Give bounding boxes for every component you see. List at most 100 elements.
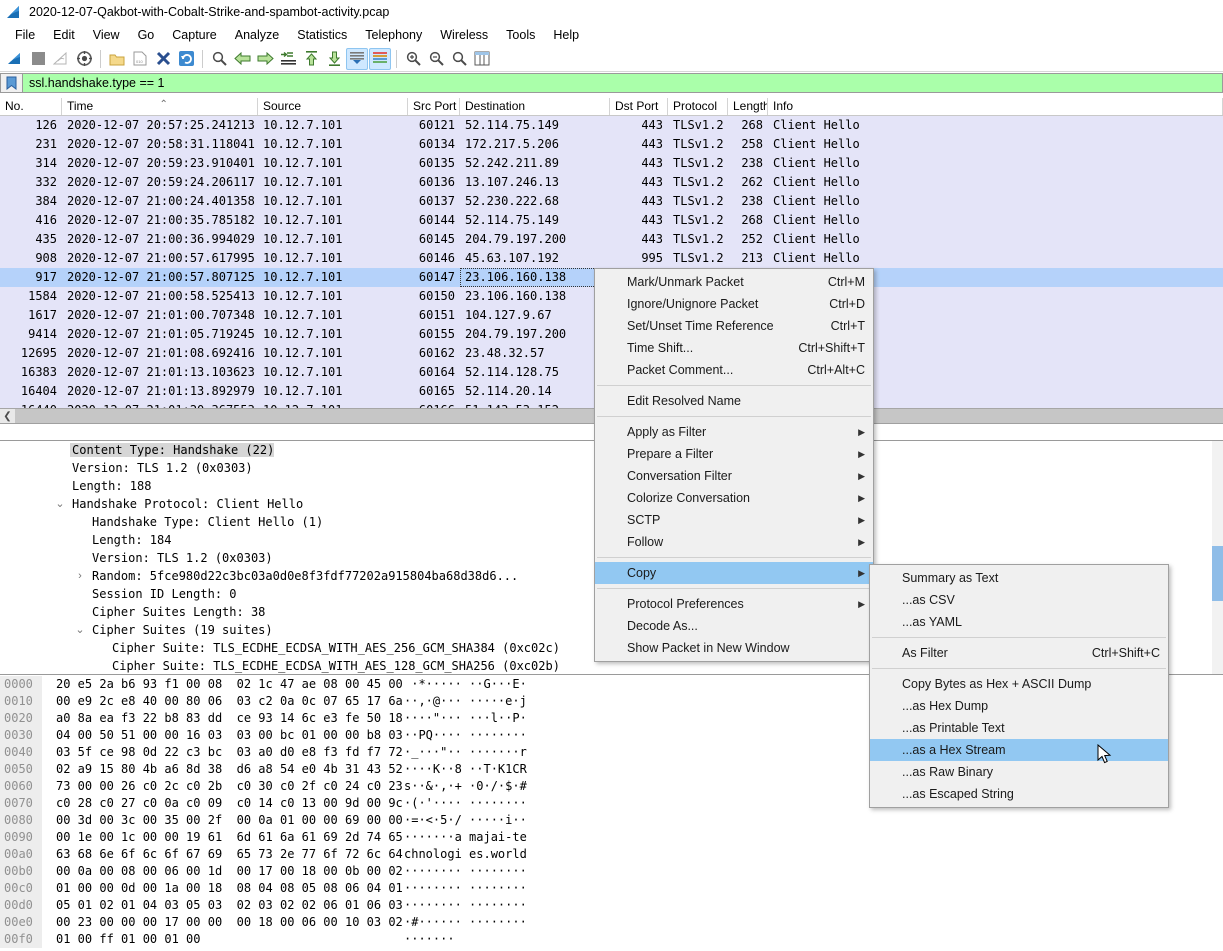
details-scroll-thumb[interactable] (1212, 546, 1223, 601)
menu-item-sctp[interactable]: SCTP ▶ (595, 509, 873, 531)
zoom-in-icon[interactable] (402, 48, 424, 70)
table-row[interactable]: 231 2020-12-07 20:58:31.118041 10.12.7.101… (0, 135, 1223, 154)
table-row[interactable]: 435 2020-12-07 21:00:36.994029 10.12.7.101… (0, 230, 1223, 249)
menu-analyze[interactable]: Analyze (226, 26, 288, 44)
menu-item-as-raw-binary[interactable]: ...as Raw Binary (870, 761, 1168, 783)
find-packet-icon[interactable] (208, 48, 230, 70)
hex-row[interactable]: 00b0 00 0a 00 08 00 06 00 1d 00 17 00 18 … (0, 863, 1223, 880)
hex-row[interactable]: 00a0 63 68 6e 6f 6c 6f 67 69 65 73 2e 77 … (0, 846, 1223, 863)
hex-offset: 0010 (0, 693, 42, 710)
menu-file[interactable]: File (6, 26, 44, 44)
close-file-icon[interactable] (152, 48, 174, 70)
menu-statistics[interactable]: Statistics (288, 26, 356, 44)
menu-item-apply-as-filter[interactable]: Apply as Filter ▶ (595, 421, 873, 443)
cell-srcport: 60137 (418, 194, 455, 208)
copy-submenu[interactable]: Summary as Text ...as CSV ...as YAML As Fil… (869, 564, 1169, 808)
menu-tools[interactable]: Tools (497, 26, 544, 44)
menu-capture[interactable]: Capture (163, 26, 225, 44)
reload-file-icon[interactable] (175, 48, 197, 70)
menu-wireless[interactable]: Wireless (431, 26, 497, 44)
cell-srcport: 60146 (418, 251, 455, 265)
table-row[interactable]: 908 2020-12-07 21:00:57.617995 10.12.7.101… (0, 249, 1223, 268)
column-header-source[interactable]: Source (258, 98, 408, 115)
display-filter-input[interactable] (23, 74, 1222, 92)
bookmark-icon[interactable] (1, 74, 23, 92)
start-capture-icon[interactable] (4, 48, 26, 70)
menu-item-mark-unmark-packet[interactable]: Mark/Unmark Packet Ctrl+M (595, 271, 873, 293)
menu-item-follow[interactable]: Follow ▶ (595, 531, 873, 553)
cell-length: 213 (741, 251, 763, 265)
menu-item-as-yaml[interactable]: ...as YAML (870, 611, 1168, 633)
menu-item-copy-bytes-as-hex-ascii-dump[interactable]: Copy Bytes as Hex + ASCII Dump (870, 673, 1168, 695)
hex-row[interactable]: 0090 00 1e 00 1c 00 00 19 61 6d 61 6a 61 … (0, 829, 1223, 846)
menu-item-summary-as-text[interactable]: Summary as Text (870, 567, 1168, 589)
menu-item-decode-as[interactable]: Decode As... (595, 615, 873, 637)
capture-options-icon[interactable] (73, 48, 95, 70)
menu-item-colorize-conversation[interactable]: Colorize Conversation ▶ (595, 487, 873, 509)
menu-item-as-filter[interactable]: As Filter Ctrl+Shift+C (870, 642, 1168, 664)
table-row[interactable]: 332 2020-12-07 20:59:24.206117 10.12.7.101… (0, 173, 1223, 192)
table-row[interactable]: 416 2020-12-07 21:00:35.785182 10.12.7.101… (0, 211, 1223, 230)
menu-item-as-escaped-string[interactable]: ...as Escaped String (870, 783, 1168, 805)
go-back-icon[interactable] (231, 48, 253, 70)
menu-item-protocol-preferences[interactable]: Protocol Preferences ▶ (595, 593, 873, 615)
menu-item-ignore-unignore-packet[interactable]: Ignore/Unignore Packet Ctrl+D (595, 293, 873, 315)
go-to-packet-icon[interactable] (277, 48, 299, 70)
menu-item-prepare-a-filter[interactable]: Prepare a Filter ▶ (595, 443, 873, 465)
table-row[interactable]: 384 2020-12-07 21:00:24.401358 10.12.7.101… (0, 192, 1223, 211)
hex-row[interactable]: 00f0 01 00 ff 01 00 01 00 ······· (0, 931, 1223, 948)
menu-edit[interactable]: Edit (44, 26, 84, 44)
menu-view[interactable]: View (84, 26, 129, 44)
go-forward-icon[interactable] (254, 48, 276, 70)
menu-item-label: Decode As... (627, 619, 698, 633)
go-to-last-packet-icon[interactable] (323, 48, 345, 70)
hex-row[interactable]: 00d0 05 01 02 01 04 03 05 03 02 03 02 02 … (0, 897, 1223, 914)
menu-item-as-a-hex-stream[interactable]: ...as a Hex Stream (870, 739, 1168, 761)
chevron-down-icon[interactable]: ⌄ (54, 495, 66, 513)
auto-scroll-icon[interactable] (346, 47, 368, 70)
menu-item-time-shift[interactable]: Time Shift... Ctrl+Shift+T (595, 337, 873, 359)
hex-row[interactable]: 00e0 00 23 00 00 00 17 00 00 00 18 00 06 … (0, 914, 1223, 931)
hex-bytes: 63 68 6e 6f 6c 6f 67 69 65 73 2e 77 6f 7… (56, 847, 403, 861)
column-header-destination[interactable]: Destination (460, 98, 610, 115)
cell-protocol: TLSv1.2 (673, 175, 724, 189)
stop-capture-icon[interactable] (27, 48, 49, 70)
column-header-srcport[interactable]: Src Port (408, 98, 460, 115)
resize-columns-icon[interactable] (471, 48, 493, 70)
menu-go[interactable]: Go (129, 26, 164, 44)
zoom-out-icon[interactable] (425, 48, 447, 70)
menu-item-as-hex-dump[interactable]: ...as Hex Dump (870, 695, 1168, 717)
column-header-info[interactable]: Info (768, 98, 1223, 115)
menu-item-edit-resolved-name[interactable]: Edit Resolved Name (595, 390, 873, 412)
hex-row[interactable]: 0080 00 3d 00 3c 00 35 00 2f 00 0a 01 00 … (0, 812, 1223, 829)
open-file-icon[interactable] (106, 48, 128, 70)
menu-item-conversation-filter[interactable]: Conversation Filter ▶ (595, 465, 873, 487)
menu-help[interactable]: Help (544, 26, 588, 44)
menu-telephony[interactable]: Telephony (356, 26, 431, 44)
column-header-length[interactable]: Length (728, 98, 768, 115)
menu-item-copy[interactable]: Copy ▶ (595, 562, 873, 584)
zoom-reset-icon[interactable] (448, 48, 470, 70)
table-row[interactable]: 126 2020-12-07 20:57:25.241213 10.12.7.101… (0, 116, 1223, 135)
go-to-first-packet-icon[interactable] (300, 48, 322, 70)
hex-bytes: 01 00 00 0d 00 1a 00 18 08 04 08 05 08 0… (56, 881, 403, 895)
chevron-right-icon[interactable]: › (74, 567, 86, 585)
menu-item-packet-comment[interactable]: Packet Comment... Ctrl+Alt+C (595, 359, 873, 381)
packet-context-menu[interactable]: Mark/Unmark Packet Ctrl+M Ignore/Unignore … (594, 268, 874, 662)
column-header-time[interactable]: Time ⌃ (62, 98, 258, 115)
column-header-no[interactable]: No. (0, 98, 62, 115)
chevron-down-icon[interactable]: ⌄ (74, 621, 86, 639)
scroll-left-icon[interactable]: ❮ (0, 408, 15, 423)
table-row[interactable]: 314 2020-12-07 20:59:23.910401 10.12.7.101… (0, 154, 1223, 173)
menu-item-show-packet-in-new-window[interactable]: Show Packet in New Window (595, 637, 873, 659)
details-vertical-scrollbar[interactable] (1212, 441, 1223, 674)
save-file-icon[interactable]: 010 (129, 48, 151, 70)
column-header-dstport[interactable]: Dst Port (610, 98, 668, 115)
menu-item-set-unset-time-reference[interactable]: Set/Unset Time Reference Ctrl+T (595, 315, 873, 337)
colorize-packets-icon[interactable] (369, 47, 391, 70)
hex-row[interactable]: 00c0 01 00 00 0d 00 1a 00 18 08 04 08 05 … (0, 880, 1223, 897)
restart-capture-icon[interactable] (50, 48, 72, 70)
menu-item-as-csv[interactable]: ...as CSV (870, 589, 1168, 611)
menu-item-as-printable-text[interactable]: ...as Printable Text (870, 717, 1168, 739)
column-header-protocol[interactable]: Protocol (668, 98, 728, 115)
